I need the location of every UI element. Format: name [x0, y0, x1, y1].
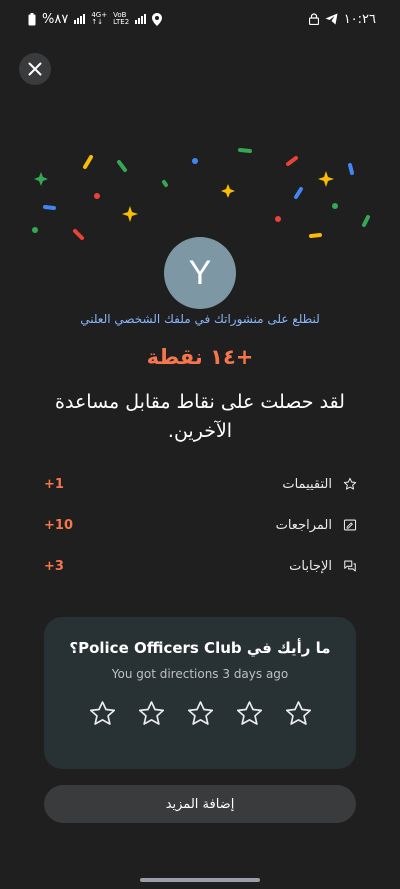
close-icon	[28, 62, 42, 76]
rating-card-subtitle: You got directions 3 days ago	[111, 667, 289, 681]
stat-value: +3	[44, 558, 64, 574]
status-bar: %٨٧ 4G+ ↑↓ VoB LTE2 ١٠:٢٦	[0, 0, 400, 38]
stat-row-ratings: +1 التقييمات	[44, 472, 358, 496]
star-1-icon[interactable]	[88, 699, 117, 728]
battery-text: %٨٧	[42, 11, 69, 27]
stat-value: +10	[44, 517, 73, 533]
stat-value: +1	[44, 476, 64, 492]
star-outline-icon	[342, 476, 358, 492]
avatar-letter: Y	[188, 253, 212, 292]
volte-indicator: VoB LTE2	[113, 11, 130, 26]
star-2-icon[interactable]	[137, 699, 166, 728]
answers-icon	[342, 558, 358, 574]
signal-bars-icon	[74, 14, 86, 24]
rating-card: ما رأيك في Police Officers Club؟ You got…	[44, 617, 356, 769]
signal-bars-icon-2	[135, 14, 147, 24]
confetti-decoration	[32, 148, 370, 240]
star-3-icon[interactable]	[186, 699, 215, 728]
public-profile-link[interactable]: لنطلع على منشوراتك في ملفك الشخصي العلني	[0, 312, 400, 326]
review-icon	[342, 517, 358, 533]
stat-row-answers: +3 الإجابات	[44, 554, 358, 578]
points-title: +١٤ نقطة	[146, 345, 254, 369]
stat-label: الإجابات	[289, 558, 332, 574]
stat-label: المراجعات	[275, 517, 332, 533]
avatar[interactable]: Y	[164, 237, 236, 309]
battery-icon	[28, 12, 36, 25]
status-left: %٨٧ 4G+ ↑↓ VoB LTE2	[28, 11, 163, 27]
home-indicator[interactable]	[140, 878, 260, 882]
points-description: لقد حصلت على نقاط مقابل مساعدة الآخرين.	[55, 391, 345, 442]
stat-label: التقييمات	[282, 476, 332, 492]
network-type: 4G+ ↑↓	[91, 11, 108, 26]
location-icon	[152, 12, 163, 26]
telegram-icon	[325, 13, 338, 25]
clock: ١٠:٢٦	[343, 11, 376, 27]
close-button[interactable]	[19, 53, 51, 85]
rating-card-title: ما رأيك في Police Officers Club؟	[69, 639, 331, 657]
star-rating	[44, 699, 356, 728]
lock-icon	[308, 13, 319, 25]
add-more-button[interactable]: إضافة المزيد	[44, 785, 356, 823]
star-4-icon[interactable]	[235, 699, 264, 728]
star-5-icon[interactable]	[284, 699, 313, 728]
status-right: ١٠:٢٦	[308, 11, 376, 27]
stat-row-reviews: +10 المراجعات	[44, 513, 358, 537]
